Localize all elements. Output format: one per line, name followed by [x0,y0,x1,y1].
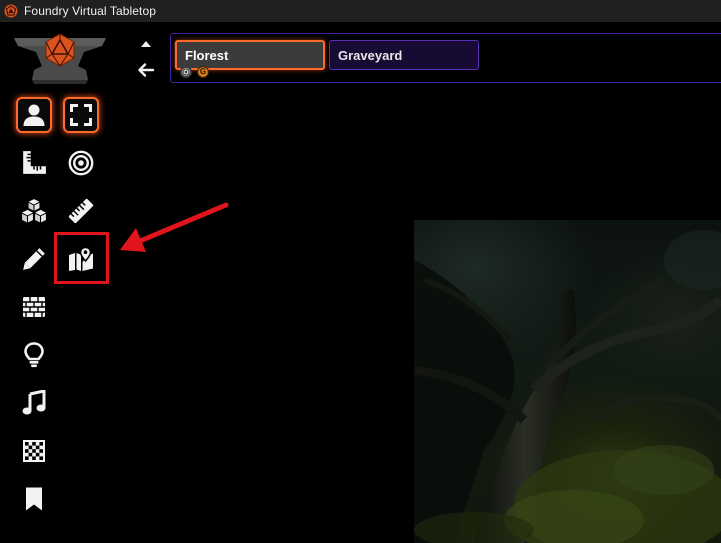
arrow-left-icon[interactable] [137,61,155,79]
scene-tab-graveyard[interactable]: Graveyard [329,40,479,70]
tile-controls-button[interactable] [16,193,52,229]
expand-icon [70,104,92,126]
bookmark-icon [26,487,42,511]
region-controls-button[interactable] [16,433,52,469]
annotation-highlight-box [54,232,109,284]
note-controls-button[interactable] [16,481,52,517]
scene-name: Florest [185,47,229,63]
ruler-combined-icon [23,151,46,174]
scene-tab-florest[interactable]: Florest [175,40,325,70]
pencil-icon [23,248,45,270]
measure-controls-button[interactable] [16,145,52,181]
scene-background-image [414,220,721,543]
ruler-tool-button[interactable] [63,193,99,229]
foundry-anvil-logo[interactable] [12,32,108,86]
scene-name: Graveyard [338,47,403,63]
foundry-d20-icon [4,4,18,18]
token-controls-button[interactable] [16,97,52,133]
checkerboard-icon [23,440,45,462]
toggle-fullscreen-tool-button[interactable] [63,97,99,133]
window-titlebar: Foundry Virtual Tabletop [0,0,721,22]
target-icon [182,68,190,76]
music-icon [22,390,46,415]
annotation-arrow [120,202,229,252]
drawing-controls-button[interactable] [16,241,52,277]
bullseye-icon [68,150,94,176]
brick-wall-icon [23,297,45,317]
lightbulb-icon [24,342,44,368]
window-title: Foundry Virtual Tabletop [24,4,157,18]
user-viewer-indicator: G [197,66,209,78]
wall-controls-button[interactable] [16,289,52,325]
sound-controls-button[interactable] [16,385,52,421]
target-tool-button[interactable] [63,145,99,181]
caret-up-icon[interactable] [138,38,154,50]
gm-viewer-indicator [180,66,192,78]
cubes-icon [22,199,46,223]
lighting-controls-button[interactable] [16,337,52,373]
ruler-icon [68,198,94,224]
user-icon [23,104,45,126]
